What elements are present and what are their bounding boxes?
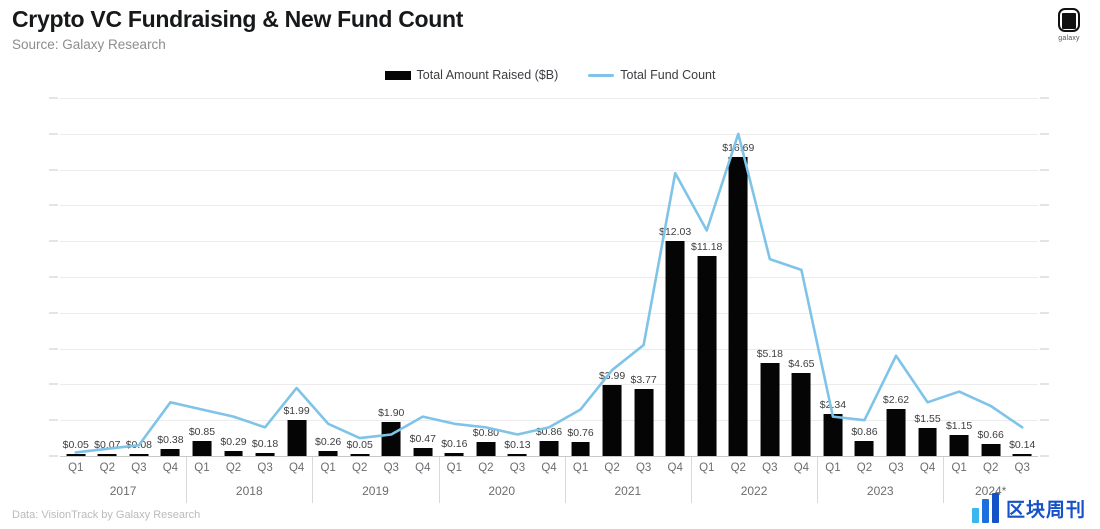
legend-item-total-fund-count[interactable]: Total Fund Count: [588, 68, 715, 82]
x-axis-quarter-label: Q3: [762, 462, 778, 474]
watermark-label: 区块周刊: [1005, 499, 1086, 521]
y2-axis-tick-mark: [1040, 133, 1049, 135]
x-axis-quarter-label: Q1: [194, 462, 210, 474]
legend-swatch-line-icon: [588, 73, 615, 77]
y-axis-tick-mark: [49, 133, 58, 135]
y-axis-tick-mark: [49, 383, 58, 385]
x-axis-quarter-label: Q1: [320, 462, 336, 474]
y-axis-tick-mark: [49, 204, 58, 206]
x-axis-quarter-label: Q4: [288, 462, 305, 474]
x-axis-year-label: 2019: [362, 484, 389, 498]
chart-source: Source: Galaxy Research: [12, 37, 166, 52]
x-axis-quarter-label: Q3: [257, 462, 273, 474]
year-separator: [564, 457, 566, 503]
x-axis-quarter-label: Q4: [162, 462, 179, 474]
y2-axis-tick-mark: [1040, 204, 1049, 206]
watermark: 区块周刊: [971, 493, 1086, 523]
chart-plot-area: $0bn$2bn$4bn$6bn$8bn$10bn$12bn$14bn$16bn…: [49, 97, 1049, 457]
x-axis-quarter-label: Q4: [415, 462, 431, 474]
x-axis-quarter-label: Q1: [68, 462, 84, 474]
x-axis-year-label: 2020: [488, 484, 516, 498]
x-axis-quarter-label: Q1: [446, 462, 463, 474]
y2-axis-tick-mark: [1040, 348, 1049, 350]
x-axis-year-label: 2022: [740, 484, 768, 498]
x-axis-quarter-label: Q1: [951, 462, 967, 474]
y-axis-tick-mark: [49, 455, 58, 457]
x-axis-quarter-label: Q2: [99, 462, 115, 474]
legend-item-total-amount-raised[interactable]: Total Amount Raised ($B): [384, 68, 559, 82]
y-axis-tick-mark: [49, 348, 58, 350]
x-axis-quarter-label: Q4: [793, 462, 810, 474]
year-separator: [817, 457, 819, 503]
x-axis-quarter-label: Q4: [541, 462, 557, 474]
x-axis-quarter-label: Q2: [225, 462, 242, 474]
chart-x-axis: Q1 Q2 Q3 Q4 Q1 Q2 Q3 Q4 Q1 Q2 Q3 Q4 Q1 Q2 Q3 Q4 Q1 Q2 Q3 Q4…: [60, 456, 1038, 505]
y-axis-tick-mark: [49, 419, 58, 421]
chart-line-series: [74, 132, 1024, 454]
y-axis-tick-mark: [49, 169, 58, 171]
fund-count-line: [74, 132, 1024, 454]
y2-axis-tick-mark: [1040, 169, 1049, 171]
page-title: Crypto VC Fundraising & New Fund Count: [12, 6, 464, 32]
y2-axis-tick-mark: [1040, 97, 1049, 99]
x-axis-year-label: 2018: [235, 484, 263, 498]
x-axis-quarter-label: Q3: [383, 462, 399, 474]
y2-axis-tick-mark: [1040, 276, 1049, 278]
y2-axis-tick-mark: [1040, 383, 1049, 385]
x-axis-quarter-label: Q1: [572, 462, 589, 474]
y-axis-tick-mark: [49, 312, 58, 314]
x-axis-quarter-label: Q3: [635, 462, 652, 474]
x-axis-quarter-label: Q3: [131, 462, 147, 474]
x-axis-quarter-label: Q2: [604, 462, 620, 474]
x-axis-quarter-label: Q2: [730, 462, 746, 474]
x-axis-quarter-label: Q2: [856, 462, 873, 474]
x-axis-quarter-label: Q2: [352, 462, 368, 474]
x-axis-year-label: 2017: [109, 484, 137, 498]
x-axis-quarter-label: Q1: [825, 462, 841, 474]
chart-legend: Total Amount Raised ($B) Total Fund Coun…: [0, 68, 1100, 82]
chart-header: Crypto VC Fundraising & New Fund Count S…: [12, 6, 463, 52]
year-separator: [186, 457, 188, 503]
x-axis-quarter-label: Q2: [478, 462, 494, 474]
y-axis-tick-mark: [49, 97, 58, 99]
y-axis-tick-mark: [49, 240, 58, 242]
x-axis-quarter-label: Q3: [509, 462, 526, 474]
legend-swatch-bar-icon: [384, 70, 411, 80]
x-axis-quarter-label: Q3: [1014, 462, 1030, 474]
legend-label-total-amount-raised: Total Amount Raised ($B): [416, 68, 559, 82]
x-axis-quarter-label: Q4: [667, 462, 683, 474]
x-axis-year-label: 2023: [866, 484, 894, 498]
x-axis-quarter-label: Q1: [699, 462, 715, 474]
y-axis-tick-mark: [49, 276, 58, 278]
galaxy-logo: galaxy: [1048, 8, 1090, 42]
x-axis-quarter-label: Q4: [919, 462, 936, 474]
year-separator: [943, 457, 945, 503]
year-separator: [690, 457, 692, 503]
y2-axis-tick-mark: [1040, 312, 1049, 314]
chart-footer-note: Data: VisionTrack by Galaxy Research: [12, 509, 201, 521]
legend-label-total-fund-count: Total Fund Count: [620, 68, 716, 82]
x-axis-quarter-label: Q3: [888, 462, 904, 474]
year-separator: [312, 457, 314, 503]
y2-axis-tick-mark: [1040, 240, 1049, 242]
watermark-bars-icon: [971, 493, 999, 523]
galaxy-logo-icon: [1058, 8, 1080, 32]
y2-axis-tick-mark: [1040, 419, 1049, 421]
galaxy-logo-label: galaxy: [1058, 35, 1080, 42]
x-axis-year-label: 2021: [614, 484, 642, 498]
year-separator: [438, 457, 440, 503]
y2-axis-tick-mark: [1040, 455, 1049, 457]
x-axis-quarter-label: Q2: [983, 462, 999, 474]
